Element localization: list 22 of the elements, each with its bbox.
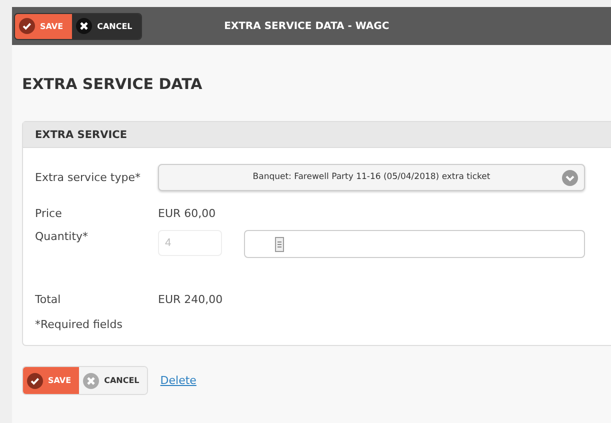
required-note: *Required fields bbox=[35, 318, 124, 331]
chevron-down-icon bbox=[562, 170, 578, 186]
field-label: Price bbox=[35, 206, 63, 220]
field-label: Extra service type* bbox=[35, 170, 142, 184]
cancel-button[interactable]: CANCEL bbox=[79, 367, 148, 394]
panel-title: EXTRA SERVICE bbox=[23, 122, 611, 148]
delete-link[interactable]: Delete bbox=[160, 374, 196, 387]
window-title: EXTRA SERVICE DATA - WAGC bbox=[224, 20, 390, 32]
close-icon bbox=[83, 372, 100, 388]
grip-icon bbox=[275, 236, 284, 252]
check-icon bbox=[27, 372, 43, 388]
cancel-button[interactable]: CANCEL bbox=[72, 14, 142, 38]
value-text: EUR 60,00 bbox=[158, 206, 217, 220]
value-text: EUR 240,00 bbox=[158, 292, 224, 306]
check-icon bbox=[19, 18, 35, 34]
page-heading: EXTRA SERVICE DATA bbox=[22, 75, 204, 93]
service-type-select[interactable]: Banquet: Farewell Party 11-16 (05/04/2018) extra ticket bbox=[158, 164, 585, 190]
quantity-input[interactable]: 4 bbox=[158, 230, 222, 256]
input-field[interactable] bbox=[244, 230, 585, 258]
field-label: Quantity* bbox=[35, 230, 90, 243]
field-label: Total bbox=[35, 292, 62, 306]
close-icon bbox=[76, 18, 92, 34]
